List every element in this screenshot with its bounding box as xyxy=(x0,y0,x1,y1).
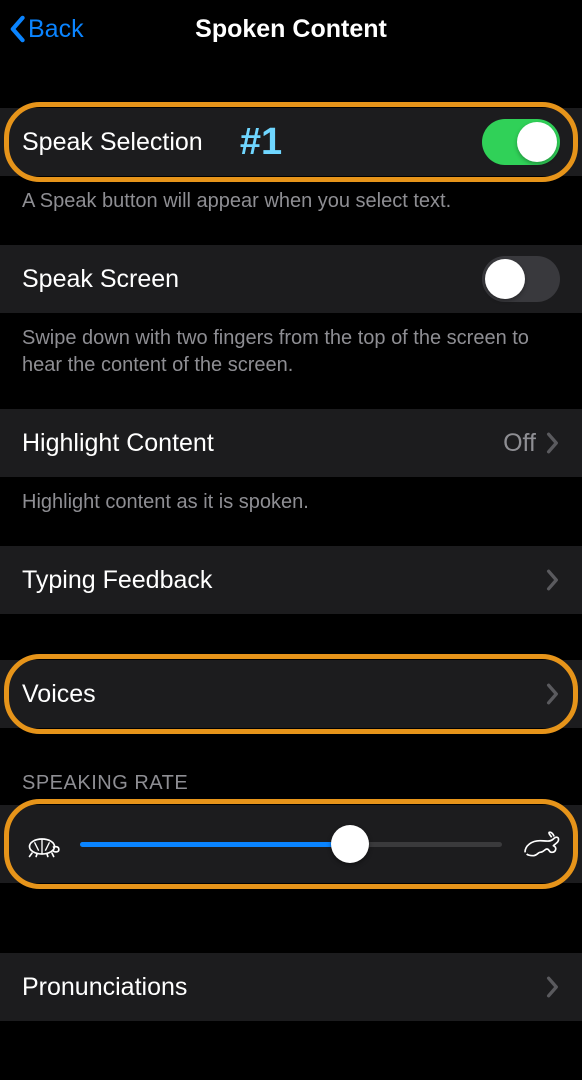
navbar: Back Spoken Content xyxy=(0,0,582,58)
row-highlight-content[interactable]: Highlight Content Off xyxy=(0,409,582,477)
highlight-content-value: Off xyxy=(503,429,536,458)
hare-icon xyxy=(520,829,560,859)
speak-selection-label: Speak Selection xyxy=(22,128,222,157)
pronunciations-label: Pronunciations xyxy=(22,973,546,1002)
typing-feedback-label: Typing Feedback xyxy=(22,566,546,595)
slider-thumb[interactable] xyxy=(331,825,369,863)
row-speaking-rate[interactable] xyxy=(0,805,582,883)
speak-selection-toggle[interactable] xyxy=(482,119,560,165)
chevron-right-icon xyxy=(546,683,560,705)
page-title: Spoken Content xyxy=(195,15,387,44)
annotation-number-1: #1 xyxy=(240,121,282,164)
speak-screen-footer: Swipe down with two fingers from the top… xyxy=(0,313,582,403)
chevron-left-icon xyxy=(8,15,26,43)
back-button[interactable]: Back xyxy=(8,15,84,44)
toggle-knob xyxy=(485,259,525,299)
slider-fill xyxy=(80,842,350,847)
back-label: Back xyxy=(28,15,84,44)
highlight-content-label: Highlight Content xyxy=(22,429,503,458)
chevron-right-icon xyxy=(546,432,560,454)
chevron-right-icon xyxy=(546,976,560,998)
highlight-content-footer: Highlight content as it is spoken. xyxy=(0,477,582,540)
speaking-rate-header: SPEAKING RATE xyxy=(0,728,582,805)
speak-screen-label: Speak Screen xyxy=(22,265,482,294)
speak-screen-toggle[interactable] xyxy=(482,256,560,302)
speak-selection-footer: A Speak button will appear when you sele… xyxy=(0,176,582,239)
chevron-right-icon xyxy=(546,569,560,591)
row-speak-screen[interactable]: Speak Screen xyxy=(0,245,582,313)
row-speak-selection[interactable]: Speak Selection #1 xyxy=(0,108,582,176)
toggle-knob xyxy=(517,122,557,162)
row-voices[interactable]: Voices xyxy=(0,660,582,728)
voices-label: Voices xyxy=(22,680,546,709)
tortoise-icon xyxy=(22,829,62,859)
speaking-rate-slider[interactable] xyxy=(80,824,502,864)
row-typing-feedback[interactable]: Typing Feedback xyxy=(0,546,582,614)
row-pronunciations[interactable]: Pronunciations xyxy=(0,953,582,1021)
